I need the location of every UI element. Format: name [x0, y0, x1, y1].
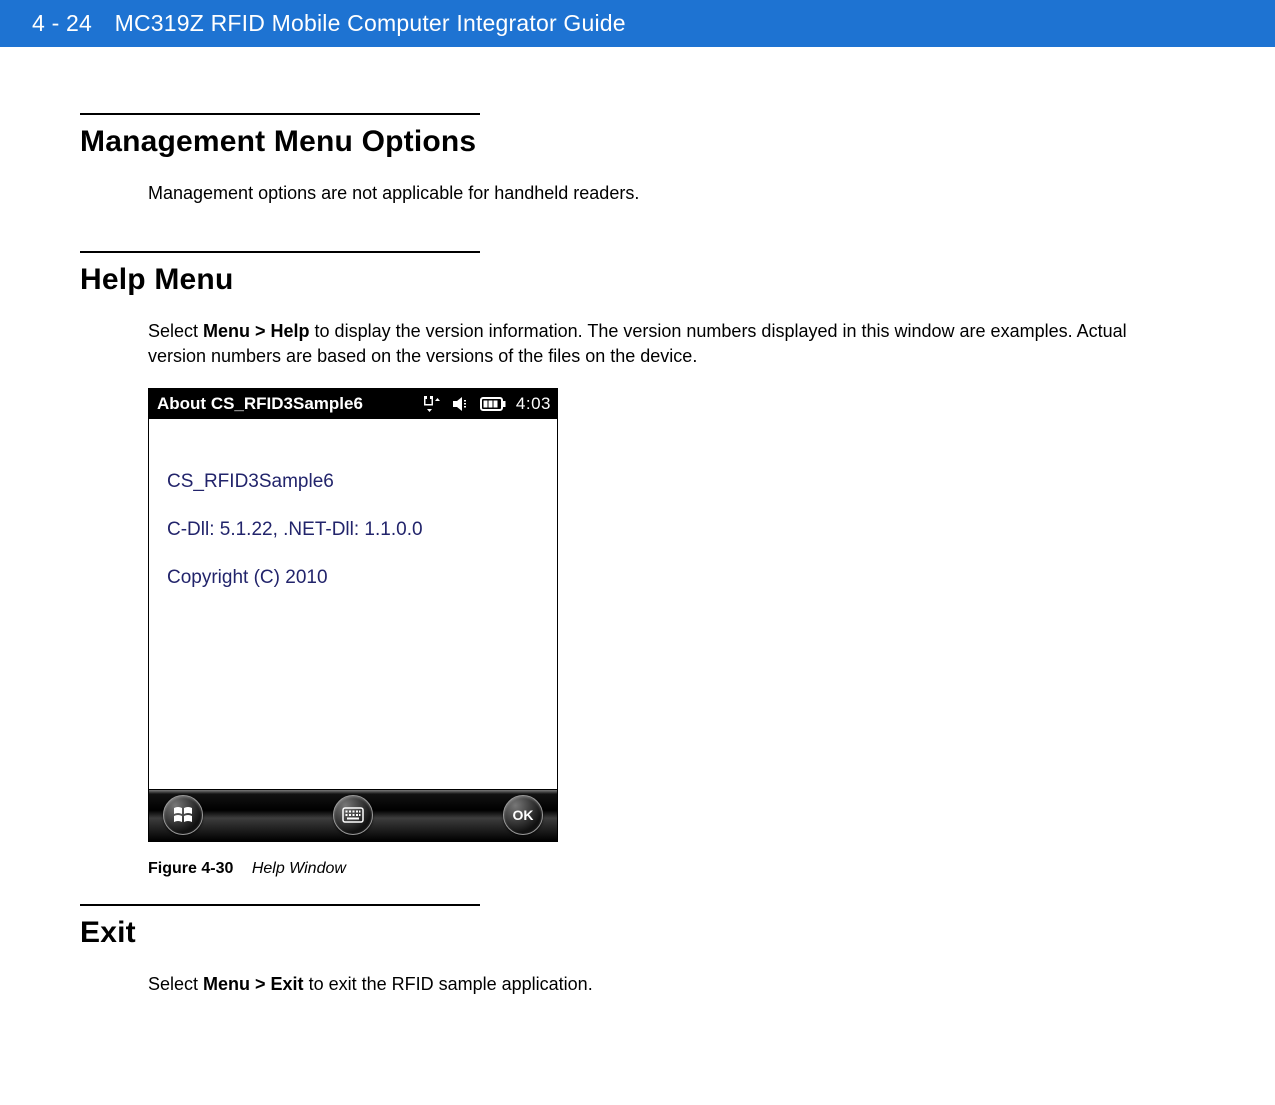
about-versions: C-Dll: 5.1.22, .NET-Dll: 1.1.0.0	[167, 519, 539, 541]
keyboard-button[interactable]	[333, 795, 373, 835]
text-suffix: to exit the RFID sample application.	[304, 974, 593, 994]
paragraph-exit: Select Menu > Exit to exit the RFID samp…	[148, 972, 1175, 996]
section-divider	[80, 904, 480, 906]
menu-path-exit: Menu > Exit	[203, 974, 304, 994]
windows-icon	[172, 804, 194, 826]
status-area: 4:03	[422, 394, 551, 414]
heading-management-menu-options: Management Menu Options	[80, 125, 1195, 159]
clock: 4:03	[516, 394, 551, 414]
paragraph-management: Management options are not applicable fo…	[148, 181, 1175, 205]
about-body: CS_RFID3Sample6 C-Dll: 5.1.22, .NET-Dll:…	[149, 419, 557, 789]
keyboard-icon	[342, 807, 364, 823]
text-prefix: Select	[148, 321, 203, 341]
figure-caption: Figure 4-30 Help Window	[148, 860, 1195, 878]
ok-label: OK	[513, 807, 534, 823]
ok-button[interactable]: OK	[503, 795, 543, 835]
device-bottombar: OK	[149, 789, 557, 841]
about-title: About CS_RFID3Sample6	[157, 394, 363, 414]
text-prefix: Select	[148, 974, 203, 994]
heading-exit: Exit	[80, 916, 1195, 950]
battery-icon	[480, 397, 506, 411]
help-window-screenshot: About CS_RFID3Sample6	[148, 388, 558, 842]
paragraph-help: Select Menu > Help to display the versio…	[148, 319, 1175, 368]
about-app-name: CS_RFID3Sample6	[167, 471, 539, 493]
section-divider	[80, 113, 480, 115]
document-title: MC319Z RFID Mobile Computer Integrator G…	[115, 10, 626, 36]
page-header: 4 - 24 MC319Z RFID Mobile Computer Integ…	[0, 0, 1275, 47]
menu-path-help: Menu > Help	[203, 321, 310, 341]
page-body: Management Menu Options Management optio…	[0, 47, 1275, 1016]
heading-help-menu: Help Menu	[80, 263, 1195, 297]
connectivity-icon	[422, 395, 442, 413]
start-button[interactable]	[163, 795, 203, 835]
device-titlebar: About CS_RFID3Sample6	[149, 389, 557, 419]
section-divider	[80, 251, 480, 253]
page-number: 4 - 24	[32, 10, 92, 36]
figure-title: Help Window	[252, 860, 346, 877]
about-copyright: Copyright (C) 2010	[167, 567, 539, 589]
volume-icon	[452, 395, 470, 413]
figure-label: Figure 4-30	[148, 860, 233, 877]
